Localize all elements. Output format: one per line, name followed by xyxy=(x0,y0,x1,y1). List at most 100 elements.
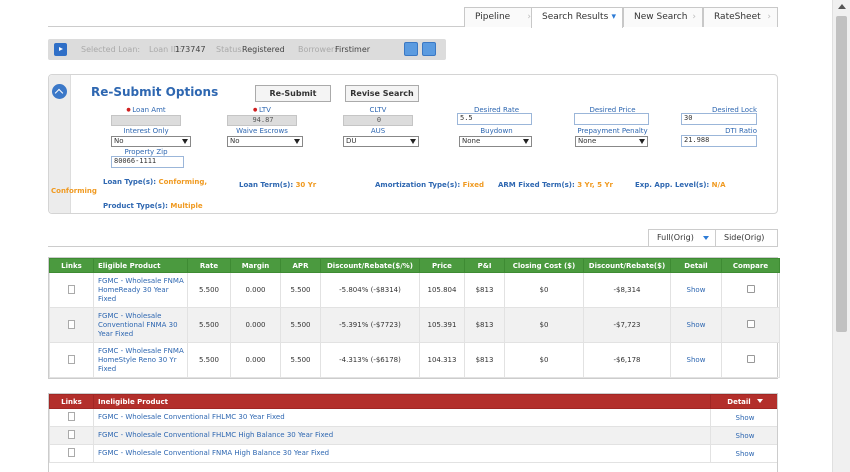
info-icon[interactable] xyxy=(422,42,436,56)
table-row: FGMC - Wholesale Conventional FHLMC 30 Y… xyxy=(49,408,777,427)
desired-rate-field[interactable]: 5.5 xyxy=(457,113,532,125)
borrower-label: Borrower: xyxy=(298,45,337,54)
interest-only-label: Interest Only xyxy=(123,127,169,135)
aus-label: AUS xyxy=(370,127,386,135)
discount-rebate-pct-cell: -5.391% (-$7723) xyxy=(320,307,420,343)
interest-only-select[interactable]: No xyxy=(111,136,191,147)
col-pi[interactable]: P&I xyxy=(464,258,505,273)
borrower-value: Firstimer xyxy=(335,45,371,54)
dti-ratio-field[interactable]: 21.988 xyxy=(681,135,757,147)
product-name[interactable]: FGMC - Wholesale Conventional FHLMC 30 Y… xyxy=(93,408,711,427)
revise-search-button[interactable]: Revise Search xyxy=(345,85,419,102)
resubmit-button[interactable]: Re-Submit xyxy=(255,85,331,102)
loan-term-value: 30 Yr xyxy=(295,181,317,189)
tab-pipeline[interactable]: Pipeline › xyxy=(464,7,538,27)
interest-only-value: No xyxy=(114,137,124,145)
col-links: Links xyxy=(49,258,94,273)
loan-id-value: 173747 xyxy=(175,45,206,54)
col-margin[interactable]: Margin xyxy=(230,258,281,273)
scroll-up-arrow-icon[interactable] xyxy=(838,4,846,9)
compare-checkbox[interactable] xyxy=(746,320,755,328)
compare-checkbox[interactable] xyxy=(746,355,755,363)
play-icon[interactable] xyxy=(54,43,67,56)
tab-side-orig[interactable]: Side(Orig) xyxy=(715,229,778,246)
document-icon[interactable] xyxy=(68,284,75,294)
show-detail-link[interactable]: Show xyxy=(710,444,777,463)
table-row: FGMC - Wholesale Conventional FNMA High … xyxy=(49,444,777,463)
closing-cost-cell: $0 xyxy=(504,272,584,308)
show-detail-link[interactable]: Show xyxy=(710,408,777,427)
buydown-select[interactable]: None xyxy=(459,136,532,147)
chevron-down-icon xyxy=(756,398,763,403)
amortization-value: Fixed xyxy=(462,181,485,189)
col-ineligible-product[interactable]: Ineligible Product xyxy=(93,394,711,409)
tab-pipeline-label: Pipeline xyxy=(475,12,511,22)
col-discount-rebate-pct[interactable]: Discount/Rebate($/%) xyxy=(320,258,420,273)
aus-select[interactable]: DU xyxy=(343,136,419,147)
show-detail-link[interactable]: Show xyxy=(670,342,722,378)
chevron-down-icon: ▾ xyxy=(611,12,616,22)
waive-escrows-select[interactable]: No xyxy=(227,136,303,147)
document-icon[interactable] xyxy=(68,412,75,421)
document-icon[interactable] xyxy=(68,448,75,457)
col-detail[interactable]: Detail xyxy=(710,394,777,409)
product-name[interactable]: FGMC - Wholesale FNMA HomeStyle Reno 30 … xyxy=(93,342,188,378)
property-zip-field[interactable]: 80066-1111 xyxy=(111,156,184,168)
document-icon[interactable] xyxy=(68,430,75,439)
tab-full-orig[interactable]: Full(Orig) xyxy=(648,229,717,246)
eligible-products-table: Links Eligible Product Rate Margin APR D… xyxy=(48,257,780,379)
chevron-down-icon xyxy=(703,236,709,240)
tab-search-results[interactable]: Search Results ▾ xyxy=(531,7,623,28)
loan-term-summary: Loan Term(s): 30 Yr xyxy=(239,181,316,189)
cltv-field[interactable]: 0 xyxy=(343,115,413,126)
col-price[interactable]: Price xyxy=(419,258,465,273)
apr-cell: 5.500 xyxy=(280,307,321,343)
show-detail-link[interactable]: Show xyxy=(710,426,777,445)
compare-checkbox[interactable] xyxy=(746,285,755,293)
col-closing-cost[interactable]: Closing Cost ($) xyxy=(504,258,584,273)
arm-fixed-term-label: ARM Fixed Term(s): xyxy=(498,181,575,189)
loan-types-summary-cont: Conforming xyxy=(51,187,97,195)
col-compare: Compare xyxy=(721,258,780,273)
product-name[interactable]: FGMC - Wholesale Conventional FHLMC High… xyxy=(93,426,711,445)
col-discount-rebate[interactable]: Discount/Rebate($) xyxy=(583,258,671,273)
collapse-icon[interactable] xyxy=(52,84,67,99)
product-type-value: Multiple xyxy=(170,202,203,210)
loan-amt-field[interactable] xyxy=(111,115,181,126)
document-icon[interactable] xyxy=(68,319,75,329)
tab-full-orig-label: Full(Orig) xyxy=(657,233,694,242)
edit-icon[interactable] xyxy=(404,42,418,56)
table-row: FGMC - Wholesale Conventional FNMA 30 Ye… xyxy=(49,307,780,343)
ltv-label: LTV xyxy=(227,106,297,114)
margin-cell: 0.000 xyxy=(230,272,281,308)
ltv-field[interactable]: 94.87 xyxy=(227,115,297,126)
vertical-scrollbar[interactable] xyxy=(832,0,850,472)
dropdown-arrow-icon xyxy=(639,139,645,144)
scrollbar-thumb[interactable] xyxy=(836,16,847,332)
document-icon[interactable] xyxy=(68,354,75,364)
apr-cell: 5.500 xyxy=(280,342,321,378)
tab-ratesheet-label: RateSheet xyxy=(714,12,761,22)
tab-new-search[interactable]: New Search › xyxy=(623,7,703,27)
product-name[interactable]: FGMC - Wholesale Conventional FNMA High … xyxy=(93,444,711,463)
product-name[interactable]: FGMC - Wholesale FNMA HomeReady 30 Year … xyxy=(93,272,188,308)
tab-ratesheet[interactable]: RateSheet › xyxy=(703,7,778,27)
product-name[interactable]: FGMC - Wholesale Conventional FNMA 30 Ye… xyxy=(93,307,188,343)
col-eligible-product[interactable]: Eligible Product xyxy=(93,258,188,273)
buydown-value: None xyxy=(462,137,481,145)
show-detail-link[interactable]: Show xyxy=(670,272,722,308)
col-rate[interactable]: Rate xyxy=(187,258,231,273)
prepayment-penalty-select[interactable]: None xyxy=(575,136,648,147)
loan-amt-label: Loan Amt xyxy=(111,106,181,114)
show-detail-link[interactable]: Show xyxy=(670,307,722,343)
desired-price-field[interactable] xyxy=(574,113,649,125)
table-row: FGMC - Wholesale FNMA HomeStyle Reno 30 … xyxy=(49,342,780,378)
chevron-right-icon: › xyxy=(767,12,771,22)
pi-cell: $813 xyxy=(464,342,505,378)
product-type-summary: Product Type(s): Multiple xyxy=(103,202,203,210)
desired-lock-field[interactable]: 30 xyxy=(681,113,757,125)
margin-cell: 0.000 xyxy=(230,307,281,343)
col-apr[interactable]: APR xyxy=(280,258,321,273)
waive-escrows-label: Waive Escrows xyxy=(236,127,288,135)
col-detail: Detail xyxy=(670,258,722,273)
